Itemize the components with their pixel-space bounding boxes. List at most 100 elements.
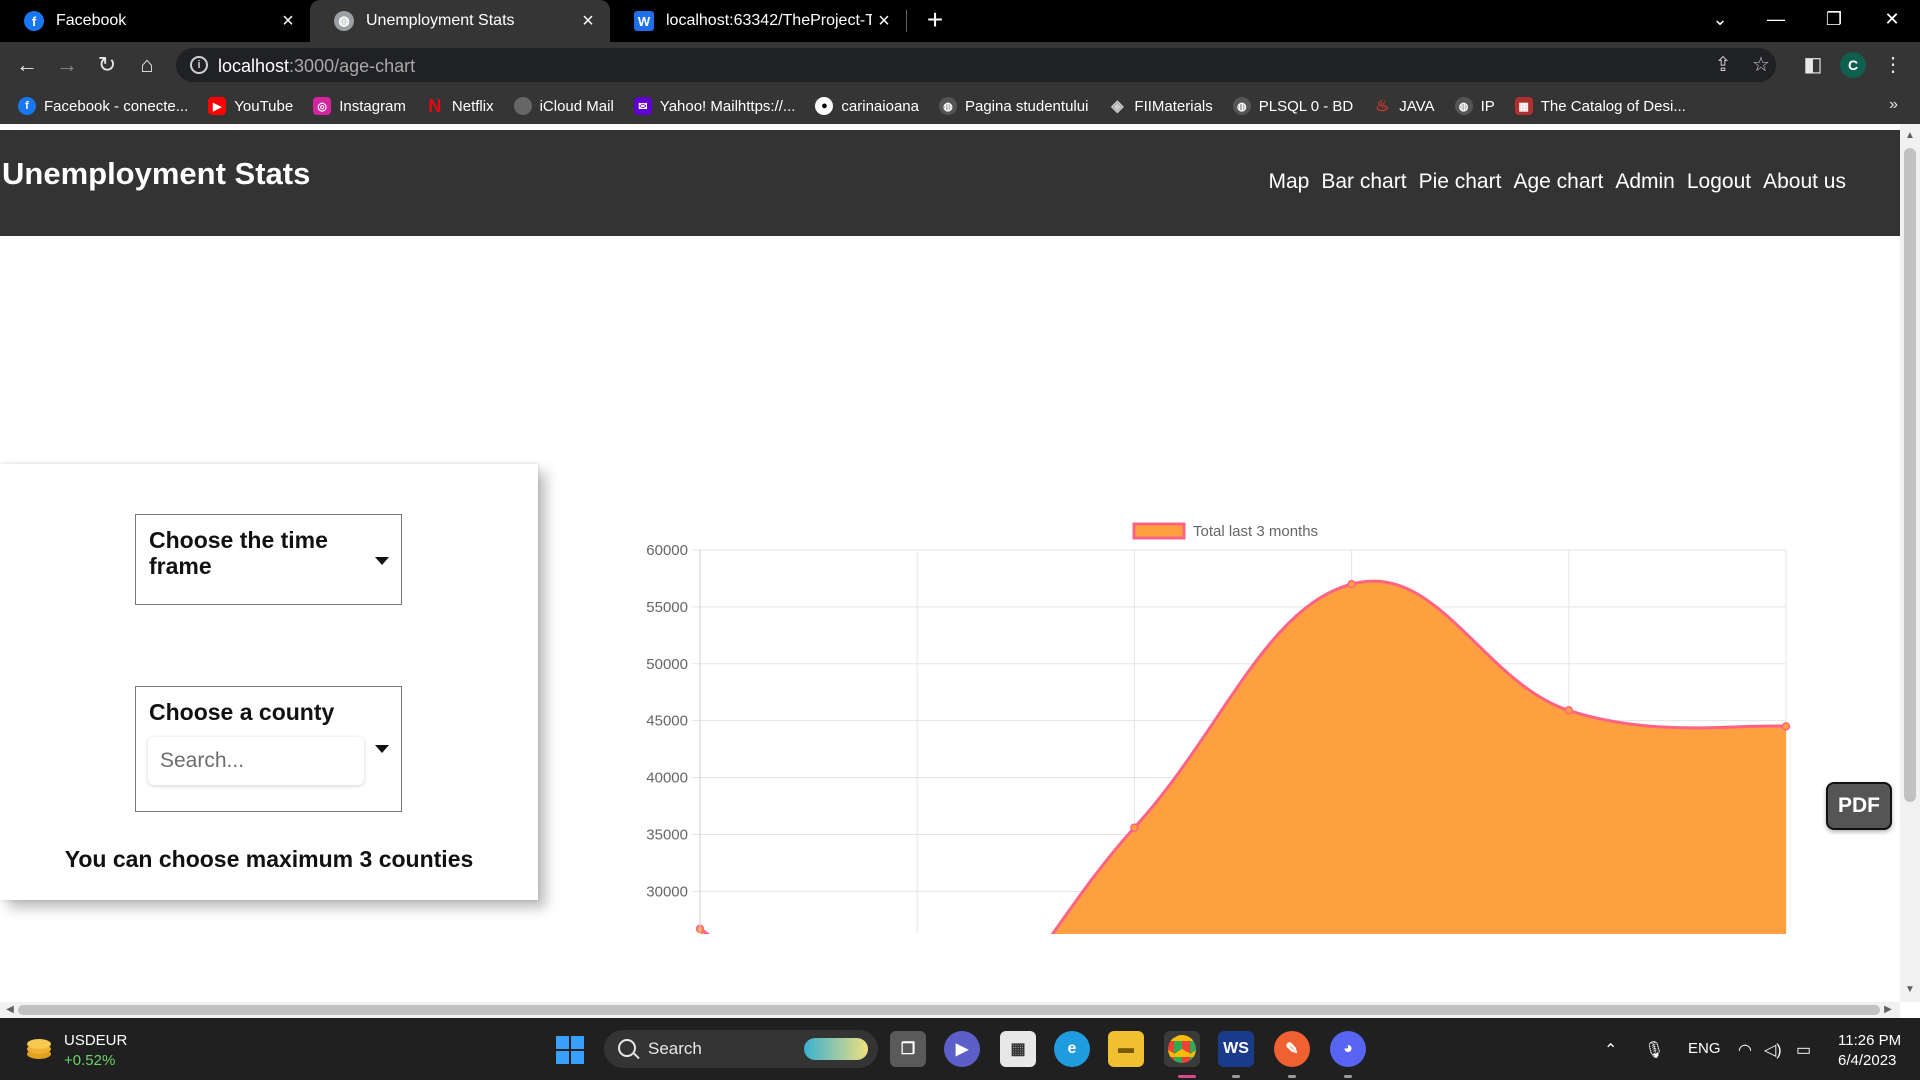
tab-unemployment-stats[interactable]: ◍ Unemployment Stats × bbox=[310, 0, 610, 42]
county-label: Choose a county bbox=[149, 699, 335, 725]
restore-button[interactable]: ❐ bbox=[1806, 0, 1862, 42]
bookmark-label: iCloud Mail bbox=[539, 97, 614, 115]
site-header: Unemployment Stats Map Bar chart Pie cha… bbox=[0, 130, 1900, 236]
nav-link-pie-chart[interactable]: Pie chart bbox=[1419, 170, 1502, 194]
chrome-icon[interactable] bbox=[1164, 1031, 1200, 1067]
vertical-scrollbar[interactable]: ▲ ▼ bbox=[1900, 124, 1920, 1002]
back-arrow-icon[interactable]: ← bbox=[12, 50, 42, 80]
timeframe-dropdown[interactable]: Choose the time frame bbox=[135, 514, 402, 605]
horizontal-scroll-thumb[interactable] bbox=[18, 1005, 1880, 1015]
age-chart-svg: 1500020000250003000035000400004500050000… bbox=[646, 522, 1791, 934]
scroll-up-arrow-icon[interactable]: ▲ bbox=[1902, 128, 1918, 144]
bookmark-label: IP bbox=[1480, 97, 1495, 115]
pdf-export-button[interactable]: PDF bbox=[1826, 782, 1892, 830]
bookmark-item[interactable]: ◈ FIIMaterials bbox=[1108, 97, 1213, 116]
language-indicator[interactable]: ENG bbox=[1688, 1040, 1721, 1057]
bookmark-item[interactable]: ◍ PLSQL 0 - BD bbox=[1232, 97, 1353, 115]
yahoo-mail-icon: ✉ bbox=[633, 97, 652, 115]
close-tab-icon[interactable]: × bbox=[576, 10, 600, 33]
teams-chat-icon[interactable]: ▶ bbox=[944, 1031, 980, 1067]
bookmark-item[interactable]: ♨ JAVA bbox=[1373, 97, 1435, 116]
legend-swatch bbox=[1132, 522, 1186, 540]
forward-arrow-icon[interactable]: → bbox=[52, 50, 82, 80]
close-window-button[interactable]: ✕ bbox=[1864, 0, 1920, 42]
bookmark-item[interactable]: f Facebook - conecte... bbox=[18, 97, 188, 115]
bookmark-item[interactable]: ◍ IP bbox=[1454, 97, 1495, 115]
horizontal-scrollbar[interactable]: ◀ ▶ bbox=[0, 1002, 1900, 1018]
bookmark-label: Netflix bbox=[451, 97, 494, 115]
address-bar[interactable]: i localhost:3000/age-chart ⇪ ☆ bbox=[176, 48, 1776, 82]
bookmark-item[interactable]: ● carinaioana bbox=[815, 97, 919, 115]
tab-localhost-project[interactable]: W localhost:63342/TheProject-TW/ × bbox=[610, 0, 906, 42]
postman-icon[interactable]: ✎ bbox=[1274, 1031, 1310, 1067]
age-chart: 1500020000250003000035000400004500050000… bbox=[620, 374, 1820, 934]
url-text: localhost:3000/age-chart bbox=[218, 56, 415, 77]
share-icon[interactable]: ⇪ bbox=[1712, 54, 1734, 76]
legend-label: Total last 3 months bbox=[1193, 523, 1318, 540]
volume-icon[interactable]: ◁) bbox=[1764, 1040, 1782, 1060]
minimize-button[interactable]: — bbox=[1748, 0, 1804, 42]
facebook-icon: f bbox=[18, 97, 36, 115]
bookmarks-bar: f Facebook - conecte... ▶ YouTube ◎ Instagr… bbox=[0, 88, 1920, 124]
nav-link-map[interactable]: Map bbox=[1269, 170, 1310, 194]
tray-overflow-chevron-icon[interactable]: ⌃ bbox=[1604, 1040, 1617, 1060]
task-view-icon[interactable]: ❐ bbox=[890, 1031, 926, 1067]
more-bookmarks-chevron-icon[interactable]: » bbox=[1889, 96, 1898, 114]
github-icon: ● bbox=[815, 97, 834, 115]
bookmark-label: JAVA bbox=[1399, 97, 1435, 115]
bookmark-item[interactable]: ▦ The Catalog of Desi... bbox=[1514, 97, 1686, 115]
caret-down-icon[interactable] bbox=[375, 745, 389, 753]
windows-start-icon[interactable] bbox=[556, 1036, 584, 1064]
bookmark-item[interactable]: N Netflix bbox=[426, 95, 494, 116]
kebab-menu-icon[interactable]: ⋮ bbox=[1880, 52, 1906, 78]
nav-link-age-chart[interactable]: Age chart bbox=[1513, 170, 1603, 194]
vertical-scroll-thumb[interactable] bbox=[1904, 148, 1916, 802]
microphone-icon[interactable]: 🎙 bbox=[1644, 1040, 1664, 1060]
county-dropdown[interactable]: Choose a county bbox=[135, 686, 402, 812]
new-tab-button[interactable]: + bbox=[920, 0, 950, 42]
bookmark-label: Instagram bbox=[339, 97, 406, 115]
county-search-input[interactable] bbox=[148, 737, 364, 785]
scroll-down-arrow-icon[interactable]: ▼ bbox=[1902, 982, 1918, 998]
tab-facebook[interactable]: f Facebook × bbox=[0, 0, 310, 42]
bookmark-label: Yahoo! Mailhttps://... bbox=[659, 97, 796, 115]
site-info-icon[interactable]: i bbox=[190, 56, 208, 74]
stock-ticker-icon bbox=[27, 1039, 51, 1059]
clock-time[interactable]: 11:26 PM bbox=[1838, 1032, 1901, 1049]
bookmark-item[interactable]: ◎ Instagram bbox=[313, 97, 406, 115]
discord-icon[interactable]: ◕ bbox=[1330, 1031, 1366, 1067]
wifi-icon[interactable]: ◠ bbox=[1738, 1040, 1752, 1060]
profile-avatar[interactable]: C bbox=[1840, 52, 1866, 78]
bookmark-star-icon[interactable]: ☆ bbox=[1750, 54, 1772, 76]
close-tab-icon[interactable]: × bbox=[872, 10, 896, 33]
nav-link-bar-chart[interactable]: Bar chart bbox=[1321, 170, 1406, 194]
side-panel-icon[interactable]: ◧ bbox=[1800, 52, 1826, 78]
bookmark-item[interactable]: ◍ Pagina studentului bbox=[938, 97, 1088, 115]
active-app-indicator bbox=[1178, 1075, 1196, 1078]
ticker-name[interactable]: USDEUR bbox=[64, 1032, 127, 1049]
home-icon[interactable]: ⌂ bbox=[132, 50, 162, 80]
edge-icon[interactable]: e bbox=[1054, 1031, 1090, 1067]
clock-date[interactable]: 6/4/2023 bbox=[1838, 1052, 1896, 1069]
reload-icon[interactable]: ↻ bbox=[92, 50, 122, 80]
caret-down-icon[interactable] bbox=[375, 557, 389, 565]
taskbar-search-box[interactable]: Search bbox=[604, 1030, 878, 1068]
bookmark-item[interactable]: ▶ YouTube bbox=[208, 97, 293, 115]
diamond-icon: ◈ bbox=[1111, 98, 1124, 115]
nav-link-logout[interactable]: Logout bbox=[1687, 170, 1751, 194]
scroll-left-arrow-icon[interactable]: ◀ bbox=[2, 1002, 18, 1018]
battery-icon[interactable]: ▭ bbox=[1796, 1040, 1811, 1060]
webstorm-icon[interactable]: WS bbox=[1218, 1031, 1254, 1067]
bookmark-label: FIIMaterials bbox=[1134, 97, 1213, 115]
close-tab-icon[interactable]: × bbox=[276, 10, 300, 33]
file-explorer-icon[interactable]: ▬ bbox=[1108, 1031, 1144, 1067]
nav-link-admin[interactable]: Admin bbox=[1615, 170, 1675, 194]
nav-link-about-us[interactable]: About us bbox=[1763, 170, 1846, 194]
globe-icon: ◍ bbox=[938, 97, 957, 115]
bookmark-item[interactable]: iCloud Mail bbox=[513, 97, 614, 115]
scroll-right-arrow-icon[interactable]: ▶ bbox=[1880, 1002, 1896, 1018]
microsoft-store-icon[interactable]: ▦ bbox=[1000, 1031, 1036, 1067]
tab-search-chevron-icon[interactable]: ⌄ bbox=[1692, 0, 1748, 42]
netflix-icon: N bbox=[428, 95, 442, 116]
bookmark-item[interactable]: ✉ Yahoo! Mailhttps://... bbox=[633, 97, 796, 115]
